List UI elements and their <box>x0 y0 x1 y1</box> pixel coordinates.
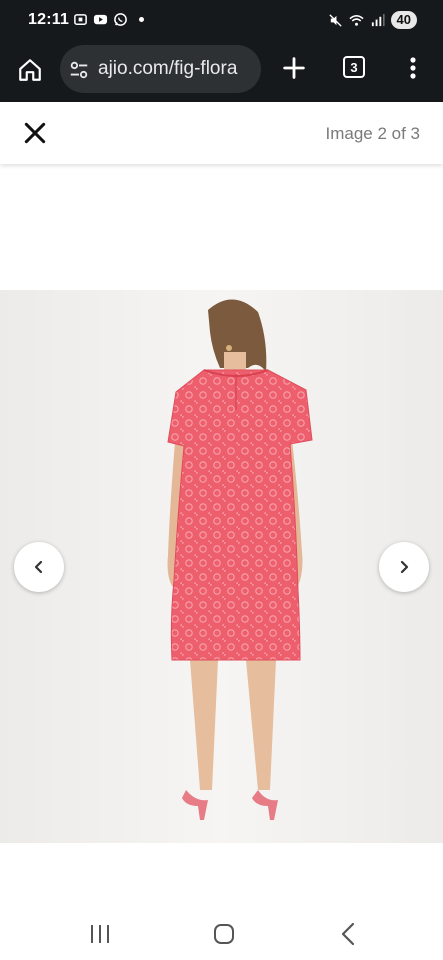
tune-icon[interactable] <box>68 59 90 81</box>
address-bar[interactable]: ajio.com/fig-flora <box>60 45 261 93</box>
url-text: ajio.com/fig-flora <box>98 58 238 79</box>
screenshot-icon <box>74 14 87 25</box>
system-home-icon[interactable] <box>212 922 236 946</box>
home-icon <box>19 59 41 81</box>
recents-icon[interactable] <box>88 923 112 945</box>
wifi-icon <box>348 14 364 26</box>
tab-switcher-button[interactable]: 3 <box>343 56 365 78</box>
chevron-right-icon <box>400 560 409 574</box>
product-image[interactable] <box>0 290 443 843</box>
signal-icon <box>371 13 385 26</box>
more-notifications-dot <box>139 17 144 22</box>
home-button[interactable] <box>14 54 46 86</box>
product-photo <box>0 290 443 843</box>
status-time: 12:11 <box>28 11 70 28</box>
status-bar: 12:11 40 <box>0 0 443 42</box>
chevron-left-icon <box>34 560 43 574</box>
system-icons: 40 <box>328 11 417 29</box>
battery-level: 40 <box>390 11 417 29</box>
image-viewer-header: Image 2 of 3 <box>0 102 443 164</box>
more-vert-icon[interactable] <box>403 54 423 82</box>
notification-icons <box>73 12 144 27</box>
plus-icon[interactable] <box>280 54 308 82</box>
close-icon[interactable] <box>22 120 48 146</box>
whatsapp-icon <box>114 13 127 26</box>
previous-image-button[interactable] <box>14 542 64 592</box>
browser-toolbar: ajio.com/fig-flora 3 <box>0 42 443 102</box>
next-image-button[interactable] <box>379 542 429 592</box>
youtube-icon <box>93 14 108 25</box>
image-counter: Image 2 of 3 <box>325 124 420 143</box>
mute-icon <box>328 13 342 27</box>
system-back-icon[interactable] <box>338 921 360 947</box>
system-navigation-bar <box>0 905 443 960</box>
